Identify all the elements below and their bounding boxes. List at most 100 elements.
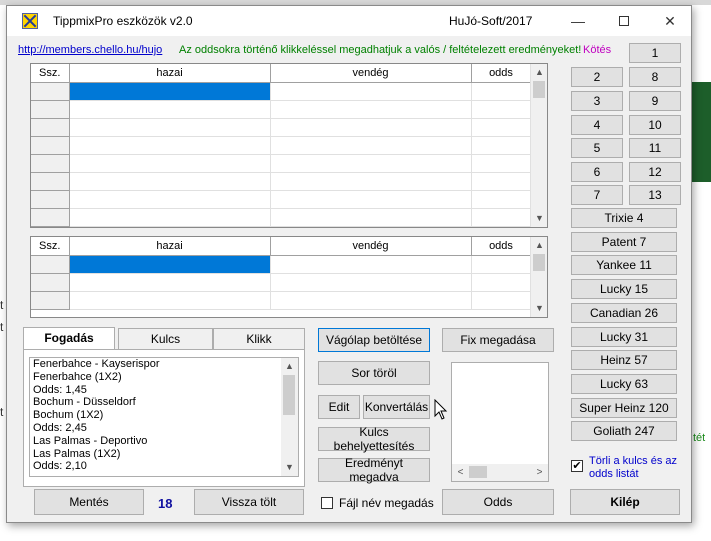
column-header-hazai[interactable]: hazai: [69, 64, 271, 83]
table-cell[interactable]: [270, 172, 472, 191]
table-cell[interactable]: [69, 190, 271, 209]
table-row[interactable]: [31, 154, 532, 173]
table-row[interactable]: [31, 190, 532, 209]
table-cell[interactable]: [270, 154, 472, 173]
table-cell[interactable]: [270, 190, 472, 209]
system-button-lucky-15[interactable]: Lucky 15: [571, 279, 677, 300]
delete-row-button[interactable]: Sor töröl: [318, 361, 430, 385]
number-button-7[interactable]: 7: [571, 185, 623, 205]
table-cell[interactable]: [471, 291, 532, 310]
fix-listbox-hscrollbar[interactable]: < >: [452, 464, 548, 481]
table-cell[interactable]: [471, 82, 532, 101]
list-item[interactable]: Odds: 2,45: [30, 422, 298, 435]
table-cell[interactable]: [270, 100, 472, 119]
results-given-button[interactable]: Eredményt megadva: [318, 456, 430, 484]
tab-kulcs[interactable]: Kulcs: [118, 328, 213, 350]
system-button-yankee-11[interactable]: Yankee 11: [571, 255, 677, 276]
system-button-lucky-31[interactable]: Lucky 31: [571, 326, 677, 347]
bets-grid-scrollbar[interactable]: ▲ ▼: [530, 64, 547, 227]
table-cell[interactable]: [471, 273, 532, 292]
number-button-12[interactable]: 12: [629, 162, 681, 182]
table-cell[interactable]: [31, 291, 70, 310]
table-cell[interactable]: [270, 273, 472, 292]
homepage-link[interactable]: http://members.chello.hu/hujo: [18, 44, 162, 56]
clear-lists-checkbox[interactable]: ✔: [571, 460, 583, 472]
table-cell[interactable]: [69, 118, 271, 137]
table-cell[interactable]: [69, 100, 271, 119]
table-cell[interactable]: [270, 291, 472, 310]
scroll-right-icon[interactable]: >: [531, 464, 548, 481]
list-item[interactable]: Las Palmas - Deportivo: [30, 435, 298, 448]
scroll-down-icon[interactable]: ▼: [531, 300, 548, 317]
table-cell[interactable]: [69, 255, 271, 274]
table-cell[interactable]: [31, 255, 70, 274]
number-button-2[interactable]: 2: [571, 67, 623, 87]
key-substitution-button[interactable]: Kulcs behelyettesítés: [318, 425, 430, 453]
table-cell[interactable]: [31, 190, 70, 209]
bets-grid[interactable]: Ssz. hazai vendég odds ▲ ▼: [30, 63, 548, 228]
table-row[interactable]: [31, 273, 532, 292]
column-header-odds[interactable]: odds: [471, 64, 532, 83]
table-cell[interactable]: [31, 154, 70, 173]
minimize-button[interactable]: —: [555, 6, 601, 36]
table-cell[interactable]: [69, 82, 271, 101]
system-button-canadian-26[interactable]: Canadian 26: [571, 302, 677, 323]
list-item[interactable]: Bochum (1X2): [30, 409, 298, 422]
edit-button[interactable]: Edit: [318, 395, 360, 419]
list-item[interactable]: Las Palmas (1X2): [30, 448, 298, 461]
table-cell[interactable]: [31, 273, 70, 292]
table-row[interactable]: [31, 255, 532, 274]
load-clipboard-button[interactable]: Vágólap betöltése: [318, 328, 430, 352]
table-row[interactable]: [31, 291, 532, 310]
table-cell[interactable]: [69, 291, 271, 310]
table-cell[interactable]: [471, 100, 532, 119]
list-item[interactable]: Odds: 1,45: [30, 384, 298, 397]
list-item[interactable]: Odds: 2,10: [30, 460, 298, 473]
column-header-ssz[interactable]: Ssz.: [31, 237, 70, 256]
table-cell[interactable]: [471, 136, 532, 155]
maximize-button[interactable]: [601, 6, 647, 36]
odds-button[interactable]: Odds: [442, 489, 554, 515]
list-item[interactable]: Fenerbahce - Kayserispor: [30, 358, 298, 371]
table-cell[interactable]: [471, 154, 532, 173]
number-button-9[interactable]: 9: [629, 91, 681, 111]
scroll-down-icon[interactable]: ▼: [281, 459, 298, 476]
table-cell[interactable]: [31, 100, 70, 119]
scroll-thumb[interactable]: [283, 375, 295, 415]
results-grid[interactable]: Ssz. hazai vendég odds ▲ ▼: [30, 236, 548, 318]
column-header-vendeg[interactable]: vendég: [270, 64, 472, 83]
number-button-8[interactable]: 8: [629, 67, 681, 87]
listbox-scrollbar[interactable]: ▲ ▼: [281, 358, 298, 476]
number-button-10[interactable]: 10: [629, 115, 681, 135]
table-cell[interactable]: [31, 118, 70, 137]
system-button-trixie-4[interactable]: Trixie 4: [571, 208, 677, 228]
list-item[interactable]: Bochum - Düsseldorf: [30, 396, 298, 409]
table-cell[interactable]: [31, 82, 70, 101]
number-button-5[interactable]: 5: [571, 138, 623, 158]
table-row[interactable]: [31, 118, 532, 137]
scroll-thumb[interactable]: [533, 254, 545, 271]
fix-button[interactable]: Fix megadása: [442, 328, 554, 352]
table-row[interactable]: [31, 208, 532, 227]
number-button-11[interactable]: 11: [629, 138, 681, 158]
bets-listbox[interactable]: Fenerbahce - Kayserispor Fenerbahce (1X2)…: [29, 357, 299, 477]
filename-checkbox[interactable]: [321, 497, 333, 509]
system-button-lucky-63[interactable]: Lucky 63: [571, 373, 677, 394]
table-cell[interactable]: [270, 208, 472, 227]
number-button-13[interactable]: 13: [629, 185, 681, 205]
table-cell[interactable]: [471, 208, 532, 227]
table-row[interactable]: [31, 172, 532, 191]
column-header-hazai[interactable]: hazai: [69, 237, 271, 256]
title-bar[interactable]: TippmixPro eszközök v2.0 HuJó-Soft/2017 …: [7, 6, 691, 36]
system-button-goliath-247[interactable]: Goliath 247: [571, 421, 677, 442]
table-cell[interactable]: [471, 172, 532, 191]
table-cell[interactable]: [69, 208, 271, 227]
column-header-ssz[interactable]: Ssz.: [31, 64, 70, 83]
save-button[interactable]: Mentés: [34, 489, 144, 515]
table-cell[interactable]: [31, 208, 70, 227]
close-button[interactable]: ✕: [647, 6, 693, 36]
list-item[interactable]: Fenerbahce (1X2): [30, 371, 298, 384]
table-cell[interactable]: [270, 136, 472, 155]
reload-button[interactable]: Vissza tölt: [194, 489, 304, 515]
tab-fogadas[interactable]: Fogadás: [23, 327, 115, 351]
